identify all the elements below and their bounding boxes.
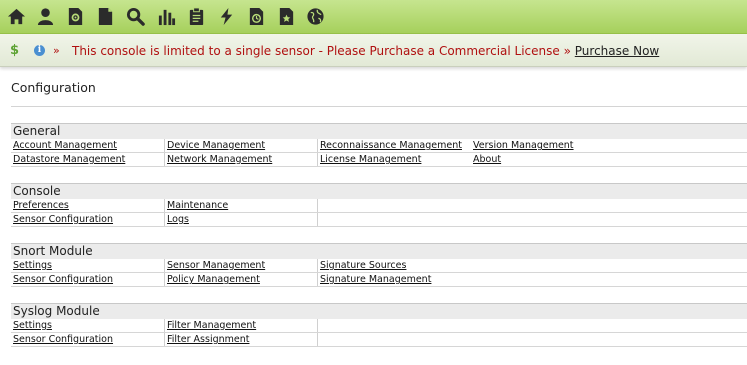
settings-file-icon[interactable] bbox=[66, 7, 85, 26]
table-row: Settings Filter Management bbox=[11, 319, 747, 333]
table-row: Sensor Configuration Logs bbox=[11, 213, 747, 227]
link-signature-management[interactable]: Signature Management bbox=[318, 273, 471, 286]
license-warning-text: This console is limited to a single sens… bbox=[72, 44, 560, 58]
link-datastore-management[interactable]: Datastore Management bbox=[11, 153, 165, 166]
link-sensor-management[interactable]: Sensor Management bbox=[165, 259, 318, 272]
clock-file-icon[interactable] bbox=[247, 7, 266, 26]
link-policy-management[interactable]: Policy Management bbox=[165, 273, 318, 286]
section-title: Console bbox=[11, 183, 747, 199]
table-row: Settings Sensor Management Signature Sou… bbox=[11, 259, 747, 273]
license-banner: $ i » This console is limited to a singl… bbox=[0, 34, 747, 67]
section-console: Console Preferences Maintenance Sensor C… bbox=[11, 183, 747, 227]
user-icon[interactable] bbox=[36, 7, 55, 26]
table-row: Sensor Configuration Filter Assignment bbox=[11, 333, 747, 347]
banner-suffix: » bbox=[563, 44, 571, 58]
banner-message-line: This console is limited to a single sens… bbox=[72, 44, 659, 58]
table-row: Account Management Device Management Rec… bbox=[11, 139, 747, 153]
link-reconnaissance-management[interactable]: Reconnaissance Management bbox=[318, 139, 471, 152]
link-filter-management[interactable]: Filter Management bbox=[165, 319, 318, 332]
lightning-icon[interactable] bbox=[217, 7, 236, 26]
globe-icon[interactable] bbox=[306, 7, 325, 26]
link-about[interactable]: About bbox=[471, 153, 624, 166]
page-title: Configuration bbox=[11, 80, 96, 95]
info-icon[interactable]: i bbox=[34, 45, 45, 56]
section-title: General bbox=[11, 123, 747, 139]
title-divider bbox=[11, 106, 747, 107]
home-icon[interactable] bbox=[7, 7, 26, 26]
link-maintenance[interactable]: Maintenance bbox=[165, 199, 318, 212]
purchase-now-link[interactable]: Purchase Now bbox=[575, 44, 659, 58]
table-row: Preferences Maintenance bbox=[11, 199, 747, 213]
link-sensor-configuration[interactable]: Sensor Configuration bbox=[11, 213, 165, 226]
clipboard-icon[interactable] bbox=[187, 7, 206, 26]
link-settings[interactable]: Settings bbox=[11, 319, 165, 332]
link-filter-assignment[interactable]: Filter Assignment bbox=[165, 333, 318, 346]
section-title: Snort Module bbox=[11, 243, 747, 259]
table-row: Datastore Management Network Management … bbox=[11, 153, 747, 167]
table-row: Sensor Configuration Policy Management S… bbox=[11, 273, 747, 287]
search-icon[interactable] bbox=[126, 7, 145, 26]
banner-prefix: » bbox=[53, 44, 60, 57]
link-signature-sources[interactable]: Signature Sources bbox=[318, 259, 471, 272]
section-snort-module: Snort Module Settings Sensor Management … bbox=[11, 243, 747, 287]
section-syslog-module: Syslog Module Settings Filter Management… bbox=[11, 303, 747, 347]
link-network-management[interactable]: Network Management bbox=[165, 153, 318, 166]
star-file-icon[interactable] bbox=[277, 7, 296, 26]
link-preferences[interactable]: Preferences bbox=[11, 199, 165, 212]
link-account-management[interactable]: Account Management bbox=[11, 139, 165, 152]
bar-chart-icon[interactable] bbox=[157, 7, 176, 26]
link-device-management[interactable]: Device Management bbox=[165, 139, 318, 152]
link-settings[interactable]: Settings bbox=[11, 259, 165, 272]
link-logs[interactable]: Logs bbox=[165, 213, 318, 226]
dollar-icon[interactable]: $ bbox=[10, 43, 19, 58]
link-license-management[interactable]: License Management bbox=[318, 153, 471, 166]
link-sensor-configuration[interactable]: Sensor Configuration bbox=[11, 333, 165, 346]
section-title: Syslog Module bbox=[11, 303, 747, 319]
link-version-management[interactable]: Version Management bbox=[471, 139, 624, 152]
main-toolbar bbox=[0, 0, 747, 34]
link-sensor-configuration[interactable]: Sensor Configuration bbox=[11, 273, 165, 286]
section-general: General Account Management Device Manage… bbox=[11, 123, 747, 167]
document-icon[interactable] bbox=[96, 7, 115, 26]
